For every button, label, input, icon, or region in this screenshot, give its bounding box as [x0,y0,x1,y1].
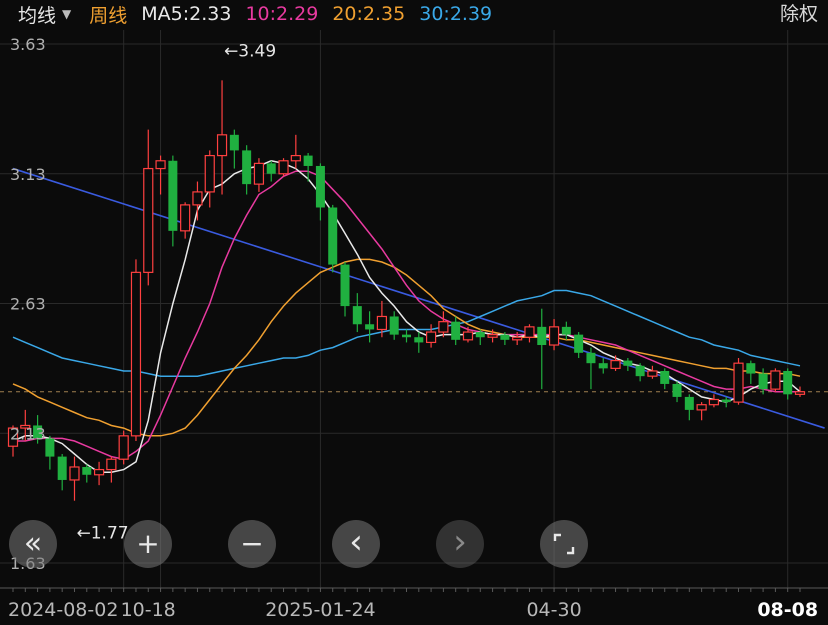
zoom-out-button[interactable]: − [228,520,276,568]
candle-body-down [574,334,584,353]
candle-body-down [684,396,694,410]
candle-body-down [758,373,768,390]
step-left-button[interactable]: ‹ [332,520,380,568]
candle-body-up [487,334,498,338]
y-tick-label: 2.63 [10,295,46,314]
x-axis-label: 04-30 [526,599,581,621]
candle-body-down [352,306,362,325]
candle-body-up [770,370,781,390]
candle-body-down [660,370,670,384]
fullscreen-button[interactable] [540,520,588,568]
x-axis-label: 2024-08-02 [8,599,118,621]
y-tick-label: 2.13 [10,424,46,443]
y-tick-label: 3.63 [10,35,46,54]
candle-body-down [242,150,252,185]
y-tick-label: 3.13 [10,165,46,184]
candle-body-up [462,331,474,341]
candle-body-up [524,326,535,338]
x-axis-label: 10-18 [121,599,176,621]
candle-body-down [315,165,325,208]
x-axis-label: 08-08 [757,599,818,621]
candle-body-down [598,363,608,369]
candle-body-down [45,438,55,457]
candle-body-up [118,435,129,460]
price-annotation: ←3.49 [224,41,276,61]
candle-body-down [414,337,424,343]
candle-body-down [500,334,510,340]
candle-body-up [253,162,265,185]
candle-body-up [204,154,215,193]
candle-body-down [783,370,793,395]
double-chevron-left-icon: « [23,526,43,561]
candle-body-down [623,360,633,366]
plus-icon: + [136,527,160,560]
candle-body-up [696,404,707,411]
fast-backward-button[interactable]: « [9,520,57,568]
minus-icon: − [240,527,264,560]
candle-body-up [512,336,523,341]
candle-body-down [82,466,92,475]
candle-body-down [402,334,411,338]
candle-body-down [57,456,67,480]
candle-body-down [475,332,485,338]
candle-body-down [328,207,338,265]
candle-body-up [548,326,560,346]
candle-body-up [216,134,228,157]
candle-body-down [229,134,239,151]
candle-body-up [794,391,806,395]
candle-body-down [672,383,682,397]
candle-body-up [180,204,191,232]
candle-body-down [746,363,756,374]
chevron-right-icon: › [453,522,467,562]
chart-controls: « + − ‹ › [0,520,828,568]
candle-body-down [586,352,596,364]
candle-body-down [721,399,731,403]
candle-body-up [93,468,105,476]
candle-body-up [708,398,720,406]
candle-body-down [340,264,350,307]
candle-body-up [143,167,154,273]
candle-body-down [451,321,461,340]
candle-body-up [733,362,744,403]
candle-body-up [647,370,658,377]
step-right-button[interactable]: › [436,520,484,568]
candle-body-up [69,466,80,481]
candle-body-down [635,365,645,377]
candle-body-up [106,458,117,471]
candle-body-down [537,326,547,346]
candle-body-up [438,321,449,333]
fullscreen-icon [551,531,577,557]
candle-body-up [290,154,301,162]
candle-body-up [610,359,621,369]
candle-body-down [168,160,178,231]
x-axis-label: 2025-01-24 [265,599,375,621]
chevron-left-icon: ‹ [349,522,363,562]
candle-body-down [365,324,375,330]
candle-body-up [425,331,437,344]
candle-body-up [278,160,289,175]
candle-body-down [389,316,399,335]
zoom-in-button[interactable]: + [124,520,172,568]
candle-body-up [155,160,166,170]
candle-body-up [130,271,142,437]
candle-body-up [376,315,388,331]
candle-body-down [561,326,571,335]
candle-body-down [266,163,276,174]
candle-body-up [192,191,203,206]
candle-body-down [303,155,313,166]
